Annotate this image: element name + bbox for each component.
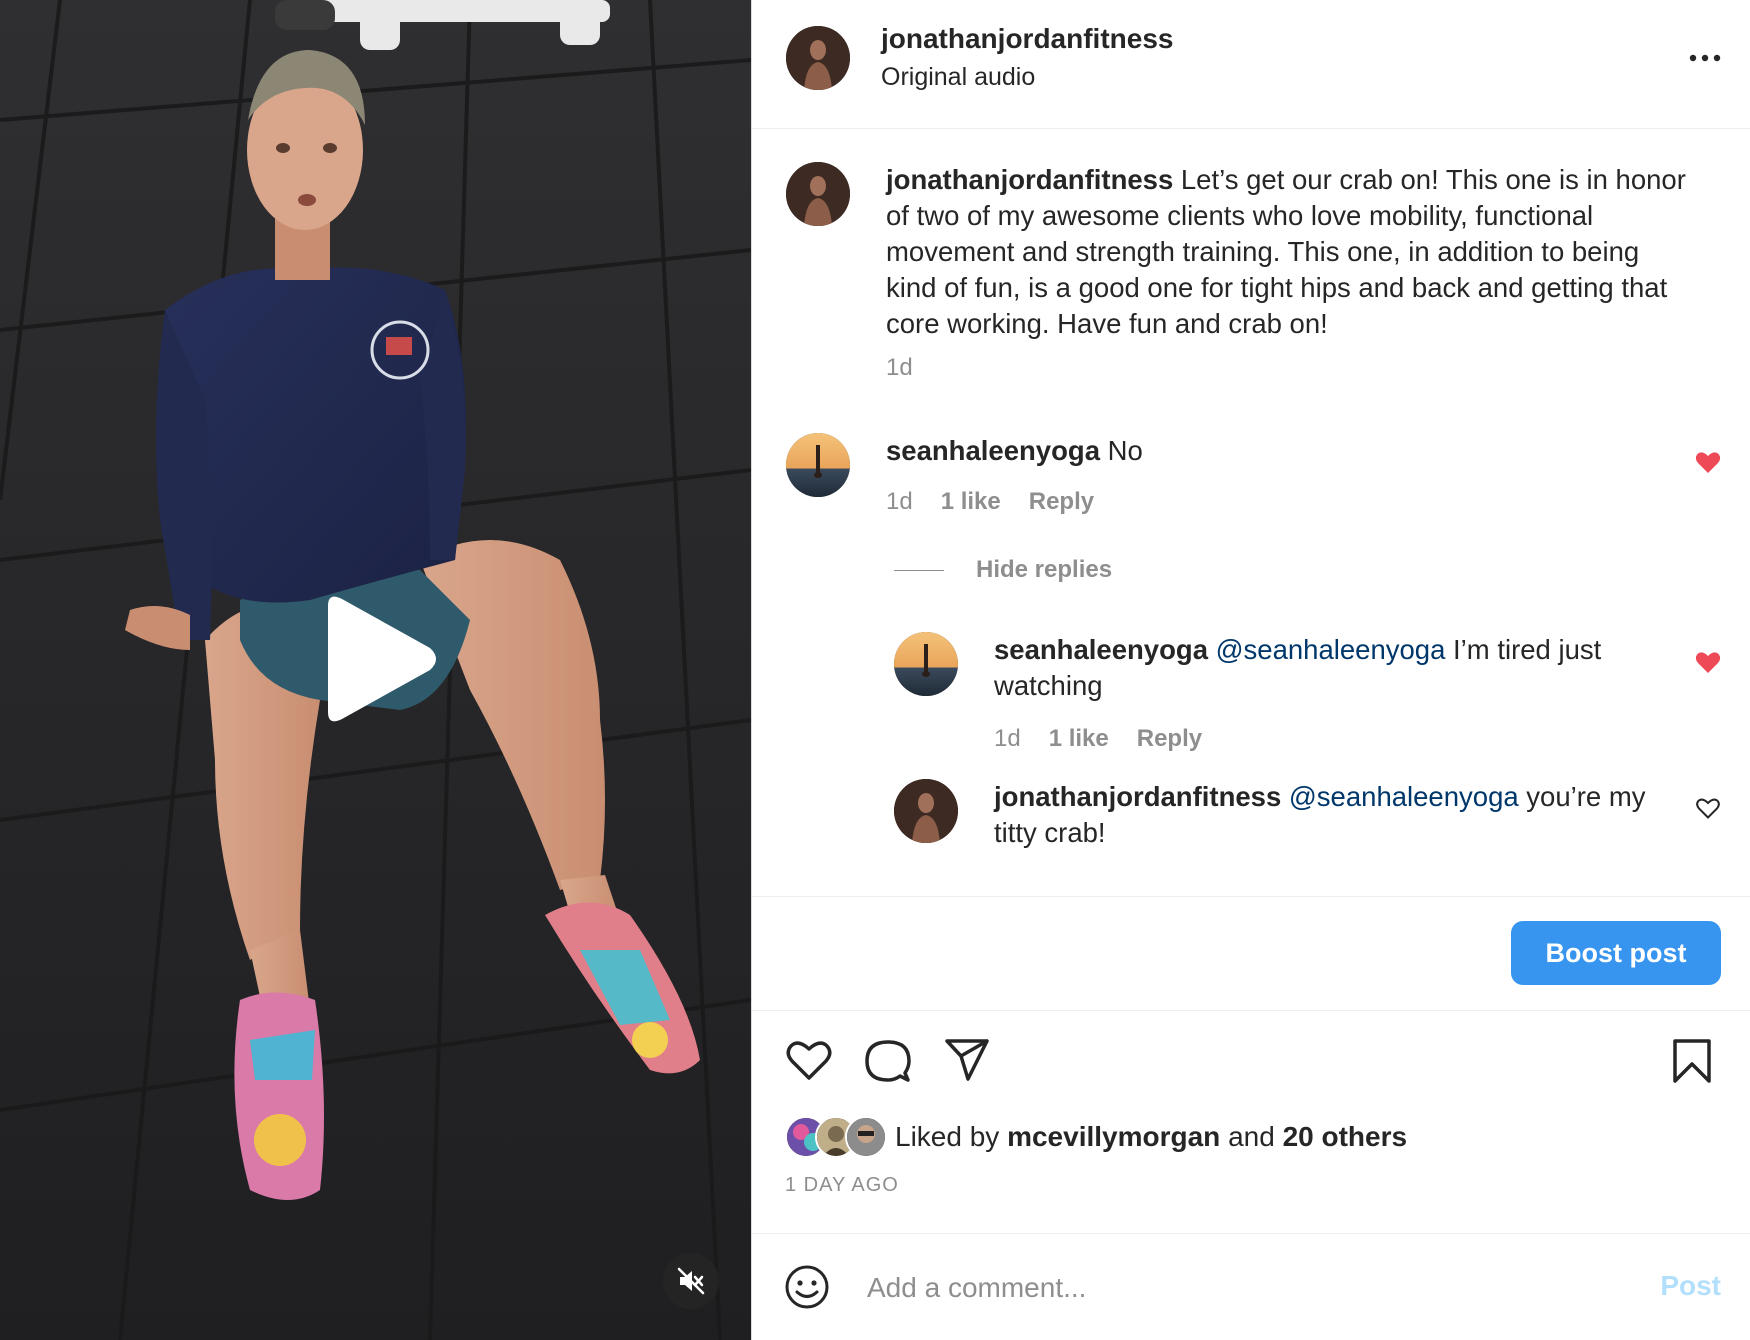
reply-username[interactable]: jonathanjordanfitness (994, 781, 1281, 812)
play-icon (328, 596, 436, 722)
reel-video[interactable] (0, 0, 751, 1340)
post-header: jonathanjordanfitness Original audio (752, 0, 1750, 129)
post-comment-button[interactable]: Post (1660, 1270, 1721, 1302)
mention-link[interactable]: @seanhaleenyoga (1289, 781, 1519, 812)
heart-filled-icon (1695, 452, 1721, 473)
reply-timestamp[interactable]: 1d (994, 725, 1021, 753)
reply-like-button[interactable] (1695, 796, 1721, 825)
reply-like-count[interactable]: 1 like (1049, 725, 1109, 753)
reply-button[interactable]: Reply (1029, 488, 1094, 516)
share-icon (945, 1039, 989, 1081)
comment-icon (865, 1040, 911, 1082)
play-button[interactable] (312, 592, 442, 726)
bookmark-icon (1673, 1039, 1711, 1083)
reply-text: seanhaleenyoga @seanhaleenyoga I’m tired… (994, 632, 1644, 704)
comment-timestamp[interactable]: 1d (886, 488, 913, 516)
post-details-panel: jonathanjordanfitness Original audio jon… (751, 0, 1750, 1340)
avatar-photo (894, 632, 958, 696)
comment-button[interactable] (865, 1038, 911, 1089)
reply-username[interactable]: seanhaleenyoga (994, 634, 1208, 665)
comment-text: seanhaleenyoga No (886, 433, 1646, 469)
boost-post-button[interactable]: Boost post (1511, 921, 1721, 985)
emoji-icon (785, 1265, 829, 1309)
avatar[interactable] (894, 779, 958, 843)
reply-like-button[interactable] (1695, 650, 1721, 679)
more-options-icon (1689, 54, 1721, 62)
likes-summary: Liked by mcevillymorgan and 20 others (785, 1116, 1407, 1158)
avatar-photo (786, 433, 850, 497)
comment-like-button[interactable] (1695, 450, 1721, 479)
caption-username[interactable]: jonathanjordanfitness (886, 164, 1173, 195)
post-caption: jonathanjordanfitness Let’s get our crab… (886, 162, 1686, 342)
caption-timestamp[interactable]: 1d (886, 354, 913, 382)
heart-icon (786, 1041, 832, 1080)
comment-like-count[interactable]: 1 like (941, 488, 1001, 516)
speaker-muted-icon (677, 1267, 705, 1295)
post-author-username[interactable]: jonathanjordanfitness (881, 23, 1173, 55)
heart-outline-icon (1696, 798, 1720, 819)
unmute-button[interactable] (663, 1253, 719, 1309)
avatar-photo (786, 26, 850, 90)
comment-username[interactable]: seanhaleenyoga (886, 435, 1100, 466)
comment-body: No (1107, 435, 1143, 466)
likes-and: and (1228, 1121, 1275, 1152)
avatar[interactable] (786, 162, 850, 226)
share-button[interactable] (944, 1038, 990, 1087)
post-date[interactable]: 1 DAY AGO (785, 1174, 899, 1197)
avatar-photo (894, 779, 958, 843)
more-options-button[interactable] (1685, 38, 1725, 78)
reply-text: jonathanjordanfitness @seanhaleenyoga yo… (994, 779, 1674, 851)
others-count-link[interactable]: 20 others (1283, 1121, 1408, 1152)
audio-link[interactable]: Original audio (881, 63, 1035, 92)
avatar-photo (786, 162, 850, 226)
add-comment-bar: Post (752, 1233, 1750, 1340)
hide-replies-label: Hide replies (976, 556, 1113, 583)
avatar[interactable] (786, 26, 850, 90)
avatar-photo (847, 1118, 885, 1156)
like-post-button[interactable] (785, 1038, 833, 1087)
mention-link[interactable]: @seanhaleenyoga (1216, 634, 1446, 665)
emoji-button[interactable] (784, 1264, 830, 1315)
boost-section: Boost post (752, 896, 1750, 1011)
comment-meta: 1d 1 like Reply (886, 488, 1094, 516)
reply-button[interactable]: Reply (1137, 725, 1202, 753)
liker-avatars[interactable] (785, 1116, 887, 1158)
save-button[interactable] (1672, 1038, 1712, 1089)
avatar[interactable] (786, 433, 850, 497)
avatar (845, 1116, 887, 1158)
comment-input[interactable] (865, 1260, 1619, 1316)
action-bar (752, 1030, 1750, 1094)
avatar[interactable] (894, 632, 958, 696)
likes-text: Liked by mcevillymorgan and 20 others (895, 1121, 1407, 1153)
heart-filled-icon (1695, 652, 1721, 673)
liked-by-prefix: Liked by (895, 1121, 1000, 1152)
divider (894, 569, 944, 571)
hide-replies-button[interactable]: Hide replies (894, 556, 1112, 584)
reply-meta: 1d 1 like Reply (994, 725, 1202, 753)
liker-username[interactable]: mcevillymorgan (1007, 1121, 1220, 1152)
